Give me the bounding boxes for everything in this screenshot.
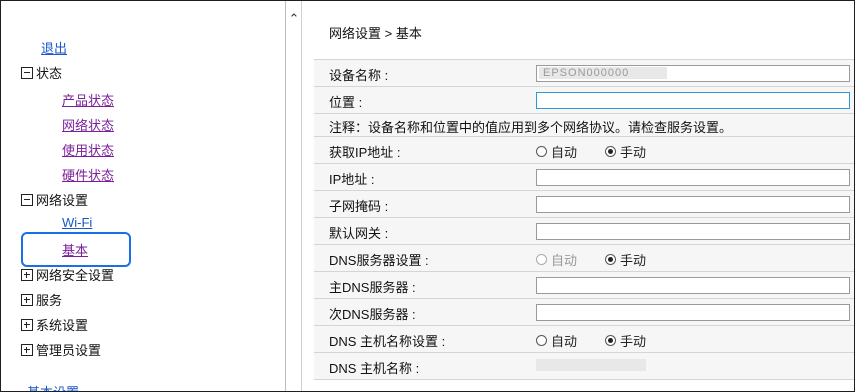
dns-auto-option[interactable]: 自动 [536, 250, 577, 269]
expand-icon[interactable] [21, 318, 33, 331]
dns-setting-label: DNS服务器设置 : [329, 253, 429, 268]
location-field[interactable] [536, 92, 850, 109]
subnet-field[interactable] [536, 196, 850, 213]
dns-host-auto-option[interactable]: 自动 [536, 331, 577, 350]
form-row-note: 注释：设备名称和位置中的值应用到多个网络协议。请检查服务设置。 [314, 114, 854, 137]
sidebar-section-label: 网络安全设置 [36, 268, 115, 283]
scrollbar[interactable] [287, 1, 302, 391]
dns-setting-radio-group: 自动 手动 [536, 250, 674, 269]
sidebar-item-product-status[interactable]: 产品状态 [62, 90, 114, 109]
device-name-field[interactable]: EPSON000000 [536, 65, 850, 82]
expand-icon[interactable] [21, 268, 33, 281]
form-row-gateway: 默认网关 : [314, 218, 854, 245]
sidebar-section-network[interactable]: 网络设置 [21, 190, 88, 209]
form-row-dns-host: DNS 主机名称 : [314, 353, 854, 380]
collapse-icon[interactable] [21, 66, 33, 79]
radio-selected-icon[interactable] [605, 335, 617, 346]
dns-host-manual-option[interactable]: 手动 [605, 331, 646, 350]
radio-icon[interactable] [536, 146, 547, 157]
gateway-label: 默认网关 : [329, 226, 389, 241]
radio-selected-icon[interactable] [605, 146, 617, 157]
sidebar-nav: 退出 状态 产品状态 网络状态 使用状态 硬件状态 网络设置 Wi-Fi 基本 … [1, 1, 286, 391]
sidebar-section-network-security[interactable]: 网络安全设置 [21, 265, 114, 284]
subnet-label: 子网掩码 : [329, 199, 389, 214]
primary-dns-field[interactable] [536, 277, 850, 294]
main-content: 网络设置 > 基本 设备名称 : EPSON000000 位置 : 注释：设备名… [314, 1, 854, 391]
radio-disabled-icon[interactable] [536, 254, 547, 265]
logout-link[interactable]: 退出 [41, 38, 67, 57]
get-ip-auto-option[interactable]: 自动 [536, 142, 577, 161]
blurred-value [536, 359, 646, 371]
radio-icon[interactable] [536, 335, 547, 346]
sidebar-item-basic[interactable]: 基本 [62, 240, 88, 259]
get-ip-manual-option[interactable]: 手动 [605, 142, 646, 161]
sidebar-section-label: 状态 [36, 66, 63, 81]
dns-host-radio-group: 自动 手动 [536, 331, 674, 350]
sidebar-item-wifi[interactable]: Wi-Fi [62, 215, 92, 230]
location-label: 位置 : [329, 95, 363, 110]
expand-icon[interactable] [21, 343, 33, 356]
dns-host-label: DNS 主机名称 : [329, 361, 420, 376]
get-ip-label: 获取IP地址 : [329, 145, 401, 160]
ip-field[interactable] [536, 169, 850, 186]
form-row-dns-host-setting: DNS 主机名称设置 : 自动 手动 [314, 326, 854, 353]
gateway-field[interactable] [536, 223, 850, 240]
breadcrumb: 网络设置 > 基本 [329, 26, 422, 41]
secondary-dns-field[interactable] [536, 304, 850, 321]
form-row-primary-dns: 主DNS服务器 : [314, 272, 854, 299]
sidebar-section-admin[interactable]: 管理员设置 [21, 340, 101, 359]
sidebar-item-usage-status[interactable]: 使用状态 [62, 140, 114, 159]
browser-frame: 退出 状态 产品状态 网络状态 使用状态 硬件状态 网络设置 Wi-Fi 基本 … [0, 0, 855, 392]
dns-manual-option[interactable]: 手动 [605, 250, 646, 269]
sidebar-section-services[interactable]: 服务 [21, 290, 62, 309]
scroll-up-icon[interactable]: ⌃ [286, 1, 302, 41]
get-ip-radio-group: 自动 手动 [536, 142, 674, 161]
settings-form: 设备名称 : EPSON000000 位置 : 注释：设备名称和位置中的值应用到… [314, 59, 854, 380]
expand-icon[interactable] [21, 293, 33, 306]
form-row-secondary-dns: 次DNS服务器 : [314, 299, 854, 326]
sidebar-section-label: 网络设置 [36, 193, 89, 208]
form-row-device-name: 设备名称 : EPSON000000 [314, 60, 854, 87]
primary-dns-label: 主DNS服务器 : [329, 280, 416, 295]
sidebar-section-status[interactable]: 状态 [21, 63, 62, 82]
sidebar-section-label: 管理员设置 [36, 343, 102, 358]
secondary-dns-label: 次DNS服务器 : [329, 307, 416, 322]
form-row-ip: IP地址 : [314, 164, 854, 191]
form-row-subnet: 子网掩码 : [314, 191, 854, 218]
dns-host-setting-label: DNS 主机名称设置 : [329, 334, 446, 349]
sidebar-section-label: 系统设置 [36, 318, 89, 333]
form-row-dns-setting: DNS服务器设置 : 自动 手动 [314, 245, 854, 272]
blurred-value: EPSON000000 [539, 67, 667, 79]
radio-selected-icon[interactable] [605, 254, 617, 265]
device-name-label: 设备名称 : [329, 68, 389, 83]
ip-label: IP地址 : [329, 172, 375, 187]
note-text: 注释：设备名称和位置中的值应用到多个网络协议。请检查服务设置。 [329, 120, 733, 135]
collapse-icon[interactable] [21, 193, 33, 206]
sidebar-section-label: 服务 [36, 293, 63, 308]
sidebar-item-network-status[interactable]: 网络状态 [62, 115, 114, 134]
form-row-get-ip: 获取IP地址 : 自动 手动 [314, 137, 854, 164]
sidebar-item-hardware-status[interactable]: 硬件状态 [62, 165, 114, 184]
sidebar-section-system[interactable]: 系统设置 [21, 315, 88, 334]
sidebar-item-basic-settings[interactable]: 基本设置 [27, 382, 79, 391]
form-row-location: 位置 : [314, 87, 854, 114]
